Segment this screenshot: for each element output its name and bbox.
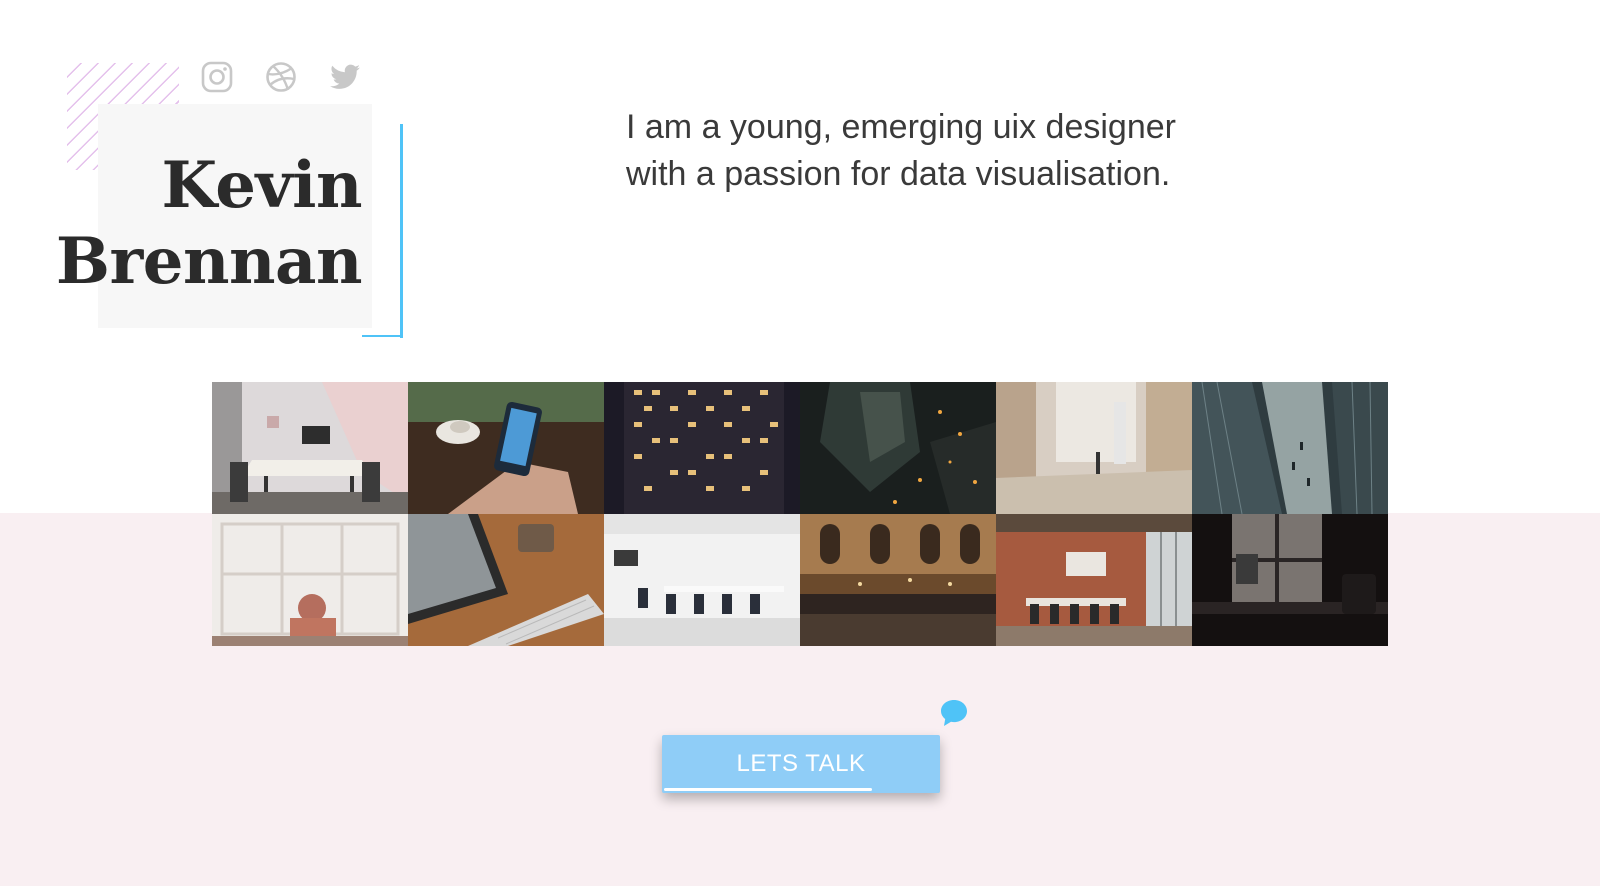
name-card: Kevin Brennan bbox=[56, 104, 372, 328]
accent-underline bbox=[362, 335, 403, 337]
chat-bubble-icon[interactable] bbox=[938, 698, 970, 728]
photo-desk-computer[interactable] bbox=[996, 382, 1192, 514]
photo-city-aerial[interactable] bbox=[800, 382, 996, 514]
photo-meeting-room[interactable] bbox=[212, 382, 408, 514]
photo-white-conference[interactable] bbox=[604, 514, 800, 646]
photo-person-window[interactable] bbox=[212, 514, 408, 646]
intro-text: I am a young, emerging uix designer with… bbox=[626, 108, 1176, 193]
photo-hand-phone[interactable] bbox=[408, 382, 604, 514]
lets-talk-button[interactable]: LETS TALK bbox=[662, 735, 940, 793]
first-name: Kevin bbox=[161, 148, 363, 223]
cta-progress-bar bbox=[664, 788, 872, 791]
social-links bbox=[200, 60, 362, 94]
photo-brick-meeting[interactable] bbox=[996, 514, 1192, 646]
photo-street-buildings[interactable] bbox=[1192, 382, 1388, 514]
photo-laptop-mug[interactable] bbox=[408, 514, 604, 646]
photo-gallery bbox=[212, 382, 1388, 646]
dribbble-icon[interactable] bbox=[264, 60, 298, 94]
instagram-icon[interactable] bbox=[200, 60, 234, 94]
last-name: Brennan bbox=[55, 224, 363, 299]
photo-dark-office[interactable] bbox=[1192, 514, 1388, 646]
accent-bar bbox=[400, 124, 403, 338]
photo-cafe-interior[interactable] bbox=[800, 514, 996, 646]
photo-building-night[interactable] bbox=[604, 382, 800, 514]
twitter-icon[interactable] bbox=[328, 60, 362, 94]
profile-name: Kevin Brennan bbox=[55, 148, 363, 300]
